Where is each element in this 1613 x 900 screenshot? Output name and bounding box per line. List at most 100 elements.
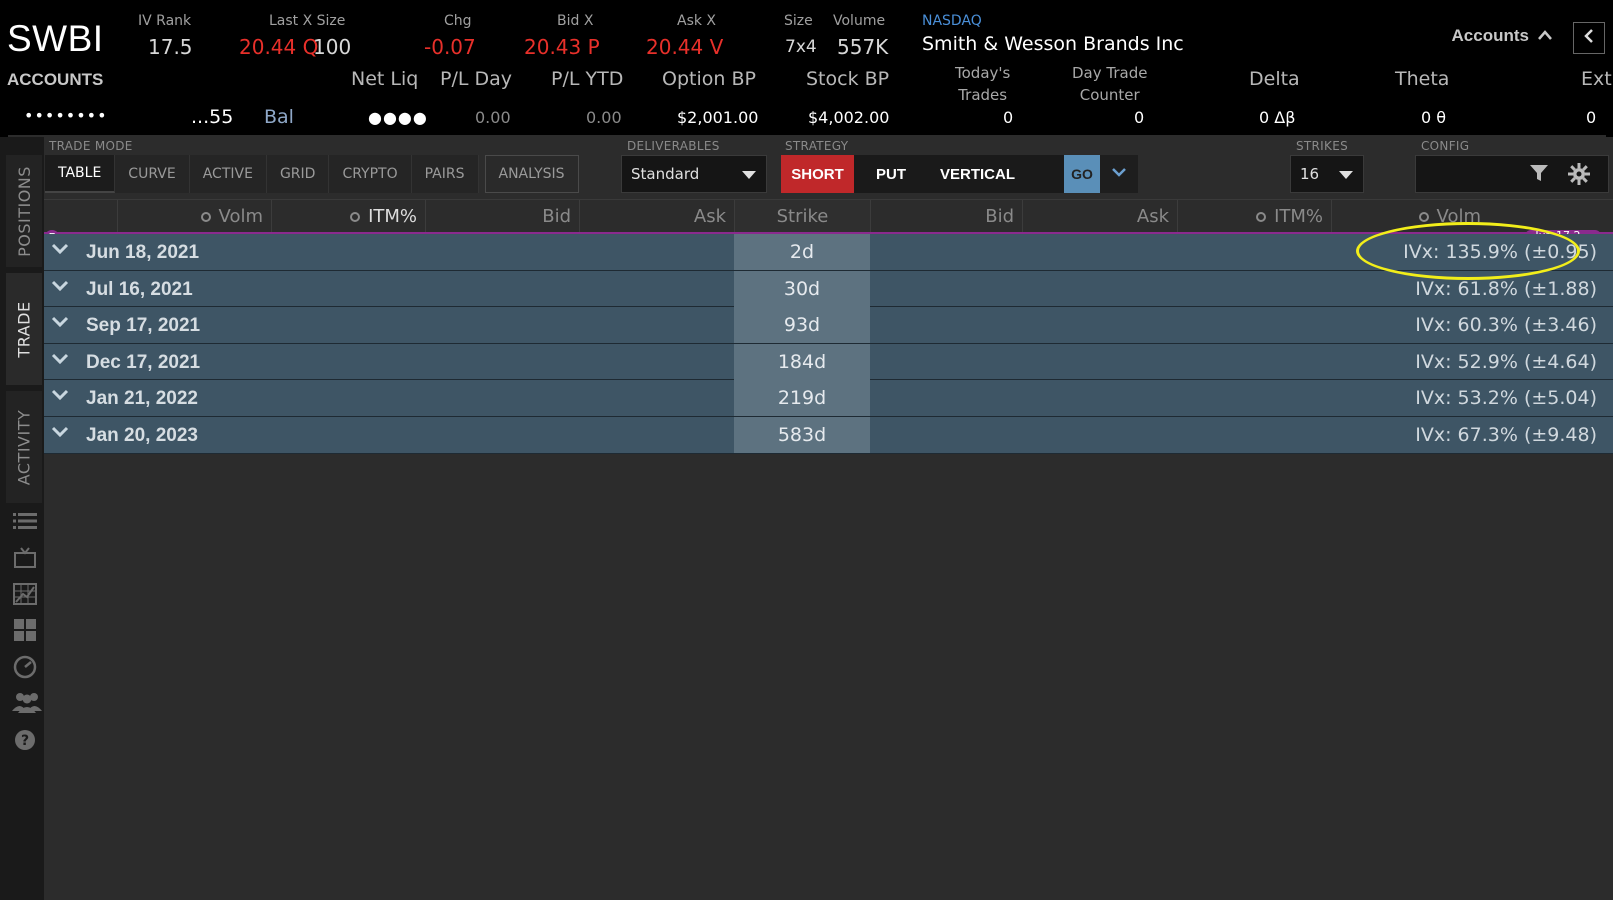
- column-itm-puts[interactable]: ITM%: [1177, 200, 1331, 233]
- symbol[interactable]: SWBI: [7, 18, 104, 60]
- ext-label: Ext: [1581, 68, 1612, 90]
- pl-day-label: P/L Day: [440, 68, 513, 90]
- column-ask-calls[interactable]: Ask: [579, 200, 734, 233]
- expiration-row[interactable]: Dec 17, 2021 184d IVx: 52.9% (±4.64): [44, 343, 1613, 381]
- mode-table[interactable]: TABLE: [45, 155, 116, 193]
- chevron-down-icon[interactable]: [51, 352, 69, 370]
- chevron-down-icon: [1111, 165, 1127, 183]
- chg-label: Chg: [444, 13, 472, 29]
- strikes-label: STRIKES: [1296, 139, 1348, 153]
- mode-analysis[interactable]: ANALYSIS: [484, 155, 579, 193]
- list-icon[interactable]: [12, 511, 38, 535]
- iv-rank-value: 17.5: [148, 35, 193, 59]
- strategy-label: STRATEGY: [785, 139, 849, 153]
- expiration-row[interactable]: Jan 20, 2023 583d IVx: 67.3% (±9.48): [44, 416, 1613, 454]
- days-to-expiration: 2d: [734, 234, 870, 270]
- todays-trades-label: Today's Trades: [955, 64, 1011, 104]
- column-ask-puts[interactable]: Ask: [1022, 200, 1177, 233]
- tab-trade[interactable]: TRADE: [6, 273, 42, 385]
- days-to-expiration: 184d: [734, 343, 870, 380]
- expiration-date: Sep 17, 2021: [86, 315, 201, 337]
- expiration-date: Jul 16, 2021: [86, 278, 193, 300]
- ext-value: 0: [1586, 108, 1597, 127]
- strikes-select[interactable]: 16: [1290, 155, 1364, 193]
- go-button[interactable]: GO: [1064, 155, 1100, 193]
- radio-icon: [350, 211, 361, 222]
- option-chain-header: Volm ITM% Bid Ask Strike Bid Ask ITM% Vo…: [44, 199, 1613, 233]
- ivx-value: IVx: 53.2% (±5.04): [1415, 387, 1597, 410]
- strategy-short-button[interactable]: SHORT: [781, 155, 854, 193]
- mode-active[interactable]: ACTIVE: [189, 155, 267, 193]
- expiration-row[interactable]: Sep 17, 2021 93d IVx: 60.3% (±3.46): [44, 307, 1613, 344]
- mode-curve[interactable]: CURVE: [115, 155, 190, 193]
- chevron-down-icon[interactable]: [51, 279, 69, 297]
- deliverables-select[interactable]: Standard: [621, 155, 767, 193]
- chart-icon[interactable]: [12, 583, 38, 607]
- account-suffix: ...55: [191, 106, 234, 128]
- option-bp-value: $2,001.00: [677, 108, 759, 127]
- gear-icon[interactable]: [1568, 163, 1590, 190]
- strategy-vertical-button[interactable]: VERTICAL: [928, 155, 1064, 193]
- grid-icon[interactable]: [12, 619, 38, 643]
- tab-positions[interactable]: POSITIONS: [6, 155, 42, 267]
- chg-value: -0.07: [424, 35, 476, 59]
- ask-value: 20.44 V: [646, 35, 724, 59]
- last-size: 100: [313, 35, 352, 59]
- strategy-put-button[interactable]: PUT: [854, 155, 928, 193]
- gauge-icon[interactable]: [12, 655, 38, 679]
- collapse-header-button[interactable]: [1573, 22, 1605, 54]
- strategy-bar: SHORT PUT VERTICAL GO: [781, 155, 1138, 193]
- filter-icon[interactable]: [1529, 163, 1549, 188]
- ivx-value: IVx: 52.9% (±4.64): [1415, 350, 1597, 373]
- accounts-title: ACCOUNTS: [7, 70, 104, 89]
- day-trade-counter-value: 0: [1134, 108, 1145, 127]
- config-label: CONFIG: [1421, 139, 1470, 153]
- help-icon[interactable]: ?: [12, 729, 38, 753]
- mode-pairs[interactable]: PAIRS: [411, 155, 479, 193]
- chevron-down-icon[interactable]: [51, 425, 69, 443]
- ask-label: Ask X: [677, 13, 717, 29]
- ivx-value: IVx: 67.3% (±9.48): [1415, 423, 1597, 446]
- net-liq-value: ●●●●: [368, 108, 428, 127]
- accounts-button[interactable]: Accounts: [1452, 26, 1553, 46]
- column-bid-puts[interactable]: Bid: [870, 200, 1022, 233]
- deliverables-label: DELIVERABLES: [627, 139, 720, 153]
- last-price: 20.44 Q: [239, 35, 319, 59]
- expiration-date: Jan 20, 2023: [86, 424, 198, 446]
- delta-value: 0 Δβ: [1259, 108, 1296, 127]
- mode-grid[interactable]: GRID: [266, 155, 330, 193]
- tv-icon[interactable]: [12, 547, 38, 571]
- column-itm-calls[interactable]: ITM%: [271, 200, 425, 233]
- chevron-down-icon[interactable]: [51, 242, 69, 260]
- users-icon[interactable]: [12, 691, 42, 715]
- account-number-masked[interactable]: ••••••••: [24, 106, 108, 125]
- svg-text:?: ?: [21, 733, 29, 749]
- days-to-expiration: 583d: [734, 416, 870, 453]
- pl-day-value: 0.00: [475, 108, 511, 127]
- bid-label: Bid X: [557, 13, 594, 29]
- go-dropdown-button[interactable]: [1100, 155, 1138, 193]
- last-label: Last X Size: [269, 13, 346, 29]
- chevron-down-icon[interactable]: [51, 315, 69, 333]
- mode-crypto[interactable]: CRYPTO: [329, 155, 412, 193]
- column-strike[interactable]: Strike: [734, 200, 870, 233]
- option-bp-label: Option BP: [662, 68, 756, 90]
- bal-toggle[interactable]: Bal: [264, 106, 294, 128]
- chevron-down-icon[interactable]: [51, 388, 69, 406]
- radio-icon: [200, 211, 211, 222]
- iv-rank-label: IV Rank: [138, 13, 192, 29]
- accounts-button-label: Accounts: [1451, 26, 1529, 45]
- radio-icon: [1256, 211, 1267, 222]
- expiration-row[interactable]: Jul 16, 2021 30d IVx: 61.8% (±1.88): [44, 270, 1613, 308]
- column-volm-calls[interactable]: Volm: [117, 200, 271, 233]
- expiration-row[interactable]: Jan 21, 2022 219d IVx: 53.2% (±5.04): [44, 380, 1613, 417]
- column-bid-calls[interactable]: Bid: [425, 200, 579, 233]
- tab-activity[interactable]: ACTIVITY: [6, 391, 42, 503]
- trade-mode-tabs: TABLE CURVE ACTIVE GRID CRYPTO PAIRS ANA…: [45, 155, 579, 193]
- ivx-value: IVx: 61.8% (±1.88): [1415, 277, 1597, 300]
- size-label: Size: [784, 13, 813, 29]
- volume-value: 557K: [837, 35, 889, 59]
- todays-trades-value: 0: [1003, 108, 1014, 127]
- caret-down-icon: [742, 171, 756, 179]
- config-box: [1415, 155, 1609, 193]
